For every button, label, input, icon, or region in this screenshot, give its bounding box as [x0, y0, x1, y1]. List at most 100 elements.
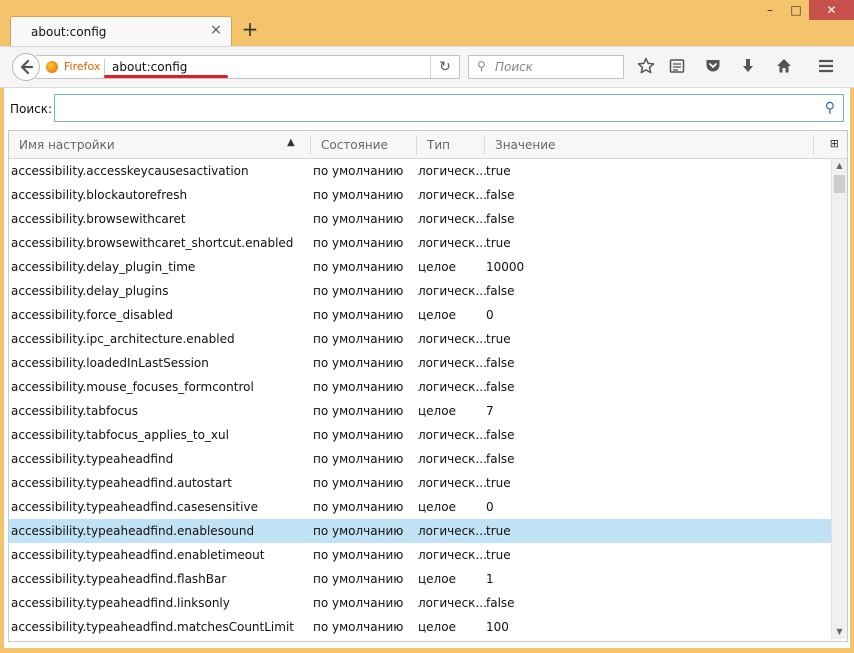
- column-divider[interactable]: [813, 135, 814, 155]
- column-header-name[interactable]: Имя настройки: [19, 138, 115, 152]
- firefox-icon: [46, 61, 58, 73]
- vertical-scrollbar[interactable]: ▲ ▼: [831, 159, 847, 639]
- pref-value: 0: [486, 308, 494, 322]
- pref-type: целое: [418, 404, 456, 418]
- pref-state: по умолчанию: [313, 620, 404, 634]
- pref-name: accessibility.force_disabled: [11, 308, 174, 322]
- preferences-table: Имя настройки ▲ Состояние Тип Значение ⊞…: [8, 130, 848, 642]
- minimize-button[interactable]: –: [757, 0, 783, 20]
- pref-state: по умолчанию: [313, 284, 404, 298]
- pref-value: false: [486, 428, 515, 442]
- table-row[interactable]: accessibility.blockautorefresh по умолчан…: [9, 183, 831, 207]
- column-divider[interactable]: [416, 135, 417, 155]
- scroll-down-arrow-icon[interactable]: ▼: [832, 625, 847, 639]
- table-row[interactable]: accessibility.force_disabled по умолчанию…: [9, 303, 831, 327]
- bookmark-star-icon[interactable]: [635, 57, 657, 79]
- search-bar[interactable]: ⚲ Поиск: [468, 55, 624, 79]
- table-row[interactable]: accessibility.typeaheadfind.autostart по …: [9, 471, 831, 495]
- pref-state: по умолчанию: [313, 212, 404, 226]
- table-row[interactable]: accessibility.typeaheadfind.matchesCount…: [9, 615, 831, 639]
- pref-name: accessibility.typeaheadfind: [11, 452, 174, 466]
- pref-value: true: [486, 548, 511, 562]
- table-row[interactable]: accessibility.mouse_focuses_formcontrol п…: [9, 375, 831, 399]
- table-row[interactable]: accessibility.accesskeycausesactivation п…: [9, 159, 831, 183]
- pref-type: целое: [418, 260, 456, 274]
- reload-icon[interactable]: ↻: [430, 56, 459, 78]
- pref-value: true: [486, 332, 511, 346]
- column-divider[interactable]: [484, 135, 485, 155]
- url-separator: [104, 59, 105, 75]
- pref-state: по умолчанию: [313, 428, 404, 442]
- pref-value: 0: [486, 500, 494, 514]
- pref-state: по умолчанию: [313, 452, 404, 466]
- scroll-up-arrow-icon[interactable]: ▲: [832, 159, 847, 173]
- table-row[interactable]: accessibility.browsewithcaret по умолчани…: [9, 207, 831, 231]
- table-row[interactable]: accessibility.typeaheadfind.enablesound п…: [9, 519, 831, 543]
- pref-type: логическ...: [418, 284, 487, 298]
- pref-state: по умолчанию: [313, 380, 404, 394]
- scrollbar-thumb[interactable]: [834, 175, 845, 193]
- pref-state: по умолчанию: [313, 260, 404, 274]
- page-content: Поиск: ⚲ Имя настройки ▲ Состояние Тип З…: [4, 88, 850, 648]
- pref-state: по умолчанию: [313, 332, 404, 346]
- sort-ascending-icon: ▲: [287, 137, 295, 148]
- close-icon[interactable]: ×: [209, 23, 223, 37]
- table-row[interactable]: accessibility.typeaheadfind.flashBar по у…: [9, 567, 831, 591]
- tab-about-config[interactable]: about:config ×: [10, 16, 232, 48]
- home-icon[interactable]: [773, 57, 795, 79]
- column-header-type[interactable]: Тип: [427, 138, 450, 152]
- pref-type: целое: [418, 500, 456, 514]
- pref-value: 100: [486, 620, 509, 634]
- pref-state: по умолчанию: [313, 524, 404, 538]
- pref-value: false: [486, 188, 515, 202]
- pref-state: по умолчанию: [313, 164, 404, 178]
- pref-value: false: [486, 380, 515, 394]
- menu-hamburger-icon[interactable]: [815, 57, 837, 79]
- table-row[interactable]: accessibility.delay_plugins по умолчанию л…: [9, 279, 831, 303]
- pref-name: accessibility.mouse_focuses_formcontrol: [11, 380, 254, 394]
- table-row[interactable]: accessibility.typeaheadfind.enabletimeou…: [9, 543, 831, 567]
- pref-name: accessibility.typeaheadfind.flashBar: [11, 572, 227, 586]
- pref-value: false: [486, 212, 515, 226]
- bookmarks-menu-icon[interactable]: [666, 57, 688, 79]
- table-body: accessibility.accesskeycausesactivation п…: [9, 159, 831, 639]
- search-icon[interactable]: ⚲: [825, 100, 835, 116]
- pref-name: accessibility.typeaheadfind.enabletimeou…: [11, 548, 265, 562]
- table-row[interactable]: accessibility.typeaheadfind.linksonly по …: [9, 591, 831, 615]
- window-controls: – □ ✕: [757, 0, 854, 22]
- column-picker-icon[interactable]: ⊞: [830, 137, 839, 150]
- table-row[interactable]: accessibility.ipc_architecture.enabled по…: [9, 327, 831, 351]
- pref-state: по умолчанию: [313, 308, 404, 322]
- column-header-value[interactable]: Значение: [495, 138, 555, 152]
- column-divider[interactable]: [310, 135, 311, 155]
- table-row[interactable]: accessibility.typeaheadfind.casesensitiv…: [9, 495, 831, 519]
- pref-type: логическ...: [418, 164, 487, 178]
- close-window-button[interactable]: ✕: [809, 0, 854, 20]
- table-row[interactable]: accessibility.tabfocus_applies_to_xul по …: [9, 423, 831, 447]
- maximize-button[interactable]: □: [783, 0, 809, 20]
- pref-value: false: [486, 596, 515, 610]
- table-row[interactable]: accessibility.browsewithcaret_shortcut.e…: [9, 231, 831, 255]
- url-text[interactable]: about:config: [112, 60, 187, 74]
- table-row[interactable]: accessibility.delay_plugin_time по умолча…: [9, 255, 831, 279]
- column-header-state[interactable]: Состояние: [321, 138, 388, 152]
- pref-type: логическ...: [418, 356, 487, 370]
- table-row[interactable]: accessibility.tabfocus по умолчанию целое 7: [9, 399, 831, 423]
- back-button[interactable]: [12, 53, 40, 81]
- download-icon[interactable]: [737, 57, 759, 79]
- pref-name: accessibility.ipc_architecture.enabled: [11, 332, 235, 346]
- pref-type: логическ...: [418, 380, 487, 394]
- pref-value: true: [486, 236, 511, 250]
- table-row[interactable]: accessibility.loadedInLastSession по умол…: [9, 351, 831, 375]
- new-tab-button[interactable]: +: [240, 19, 260, 39]
- url-bar[interactable]: Firefox about:config ↻: [36, 55, 460, 79]
- pref-state: по умолчанию: [313, 236, 404, 250]
- browser-window: about:config × + – □ ✕ Firefox about:con…: [0, 0, 854, 653]
- pref-name: accessibility.delay_plugins: [11, 284, 169, 298]
- pref-type: логическ...: [418, 596, 487, 610]
- pref-name: accessibility.loadedInLastSession: [11, 356, 209, 370]
- table-row[interactable]: accessibility.typeaheadfind по умолчанию л…: [9, 447, 831, 471]
- filter-input[interactable]: ⚲: [54, 94, 844, 122]
- pref-name: accessibility.typeaheadfind.enablesound: [11, 524, 255, 538]
- pocket-icon[interactable]: [702, 57, 724, 79]
